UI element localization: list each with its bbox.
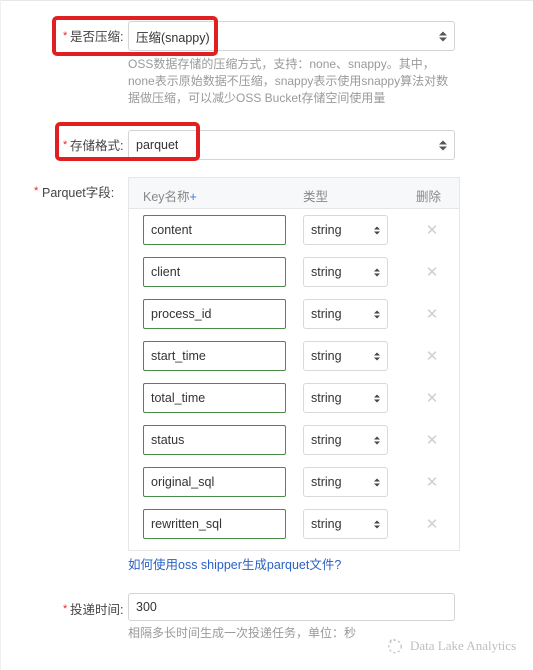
delete-field-icon[interactable]: ✕ <box>424 516 440 532</box>
delivery-config-form: * 是否压缩: 压缩(snappy) OSS数据存储的压缩方式，支持：none、… <box>0 0 533 670</box>
table-row: start_time string ✕ <box>129 335 459 377</box>
chevron-updown-icon[interactable] <box>373 476 381 489</box>
chevron-updown-icon[interactable] <box>438 29 447 44</box>
field-type-value: string <box>311 475 342 489</box>
chevron-updown-icon[interactable] <box>373 266 381 279</box>
field-type-select[interactable]: string <box>303 425 388 455</box>
field-type-value: string <box>311 433 342 447</box>
delivery-time-required-star: * <box>63 603 68 615</box>
parquet-fields-panel: Key名称+ 类型 删除 content string ✕ client str… <box>128 177 460 551</box>
storage-format-selected-value: parquet <box>136 138 179 152</box>
field-type-select[interactable]: string <box>303 299 388 329</box>
table-row: content string ✕ <box>129 209 459 251</box>
delete-field-icon[interactable]: ✕ <box>424 306 440 322</box>
field-key-input[interactable]: rewritten_sql <box>143 509 286 539</box>
column-header-delete: 删除 <box>416 190 442 204</box>
storage-format-select[interactable]: parquet <box>128 130 455 160</box>
table-row: rewritten_sql string ✕ <box>129 503 459 545</box>
field-key-input[interactable]: status <box>143 425 286 455</box>
compression-desc-line-2: none表示原始数据不压缩，snappy表示使用snappy算法对数 <box>128 74 449 88</box>
field-key-input[interactable]: total_time <box>143 383 286 413</box>
chevron-updown-icon[interactable] <box>438 138 447 153</box>
chevron-updown-icon[interactable] <box>373 434 381 447</box>
storage-format-required-star: * <box>63 139 68 151</box>
add-field-icon[interactable]: + <box>190 190 197 204</box>
field-type-select[interactable]: string <box>303 257 388 287</box>
page-top-border <box>0 0 533 1</box>
table-row: original_sql string ✕ <box>129 461 459 503</box>
chevron-updown-icon[interactable] <box>373 350 381 363</box>
chevron-updown-icon[interactable] <box>373 308 381 321</box>
table-row: process_id string ✕ <box>129 293 459 335</box>
field-type-select[interactable]: string <box>303 215 388 245</box>
parquet-fields-label: Parquet字段: <box>42 186 115 200</box>
table-row: status string ✕ <box>129 419 459 461</box>
compression-description: OSS数据存储的压缩方式，支持：none、snappy。其中， none表示原始… <box>128 56 448 107</box>
parquet-fields-required-star: * <box>34 185 39 197</box>
compression-desc-line-3: 据做压缩，可以减少OSS Bucket存储空间使用量 <box>128 91 386 105</box>
field-type-value: string <box>311 223 342 237</box>
compression-required-star: * <box>63 30 68 42</box>
field-type-value: string <box>311 391 342 405</box>
field-key-input[interactable]: original_sql <box>143 467 286 497</box>
field-type-select[interactable]: string <box>303 341 388 371</box>
delete-field-icon[interactable]: ✕ <box>424 432 440 448</box>
field-type-value: string <box>311 349 342 363</box>
parquet-help-link[interactable]: 如何使用oss shipper生成parquet文件? <box>128 554 341 573</box>
compression-desc-line-1: OSS数据存储的压缩方式，支持：none、snappy。其中， <box>128 57 435 71</box>
dotted-circle-logo-icon <box>388 638 402 654</box>
delete-field-icon[interactable]: ✕ <box>424 474 440 490</box>
field-key-input[interactable]: process_id <box>143 299 286 329</box>
chevron-updown-icon[interactable] <box>373 392 381 405</box>
watermark: Data Lake Analytics <box>386 637 516 655</box>
chevron-updown-icon[interactable] <box>373 518 381 531</box>
column-header-type: 类型 <box>303 190 329 204</box>
table-row: client string ✕ <box>129 251 459 293</box>
delivery-time-input[interactable]: 300 <box>128 593 455 621</box>
storage-format-label: 存储格式: <box>70 139 124 153</box>
page-left-border <box>0 0 1 670</box>
field-key-input[interactable]: client <box>143 257 286 287</box>
field-type-select[interactable]: string <box>303 509 388 539</box>
field-type-value: string <box>311 307 342 321</box>
field-type-select[interactable]: string <box>303 467 388 497</box>
field-key-input[interactable]: start_time <box>143 341 286 371</box>
delete-field-icon[interactable]: ✕ <box>424 222 440 238</box>
chevron-updown-icon[interactable] <box>373 224 381 237</box>
delivery-time-label: 投递时间: <box>70 603 124 617</box>
parquet-fields-table-header: Key名称+ 类型 删除 <box>129 178 459 209</box>
field-type-value: string <box>311 265 342 279</box>
delete-field-icon[interactable]: ✕ <box>424 348 440 364</box>
compression-label: 是否压缩: <box>70 30 124 44</box>
compression-select[interactable]: 压缩(snappy) <box>128 21 455 51</box>
field-type-value: string <box>311 517 342 531</box>
table-row: total_time string ✕ <box>129 377 459 419</box>
compression-selected-value: 压缩(snappy) <box>136 30 210 45</box>
watermark-text: Data Lake Analytics <box>410 638 517 653</box>
delete-field-icon[interactable]: ✕ <box>424 264 440 280</box>
column-header-key-text: Key名称 <box>143 190 190 204</box>
field-key-input[interactable]: content <box>143 215 286 245</box>
field-type-select[interactable]: string <box>303 383 388 413</box>
delete-field-icon[interactable]: ✕ <box>424 390 440 406</box>
column-header-key: Key名称+ <box>143 186 197 205</box>
